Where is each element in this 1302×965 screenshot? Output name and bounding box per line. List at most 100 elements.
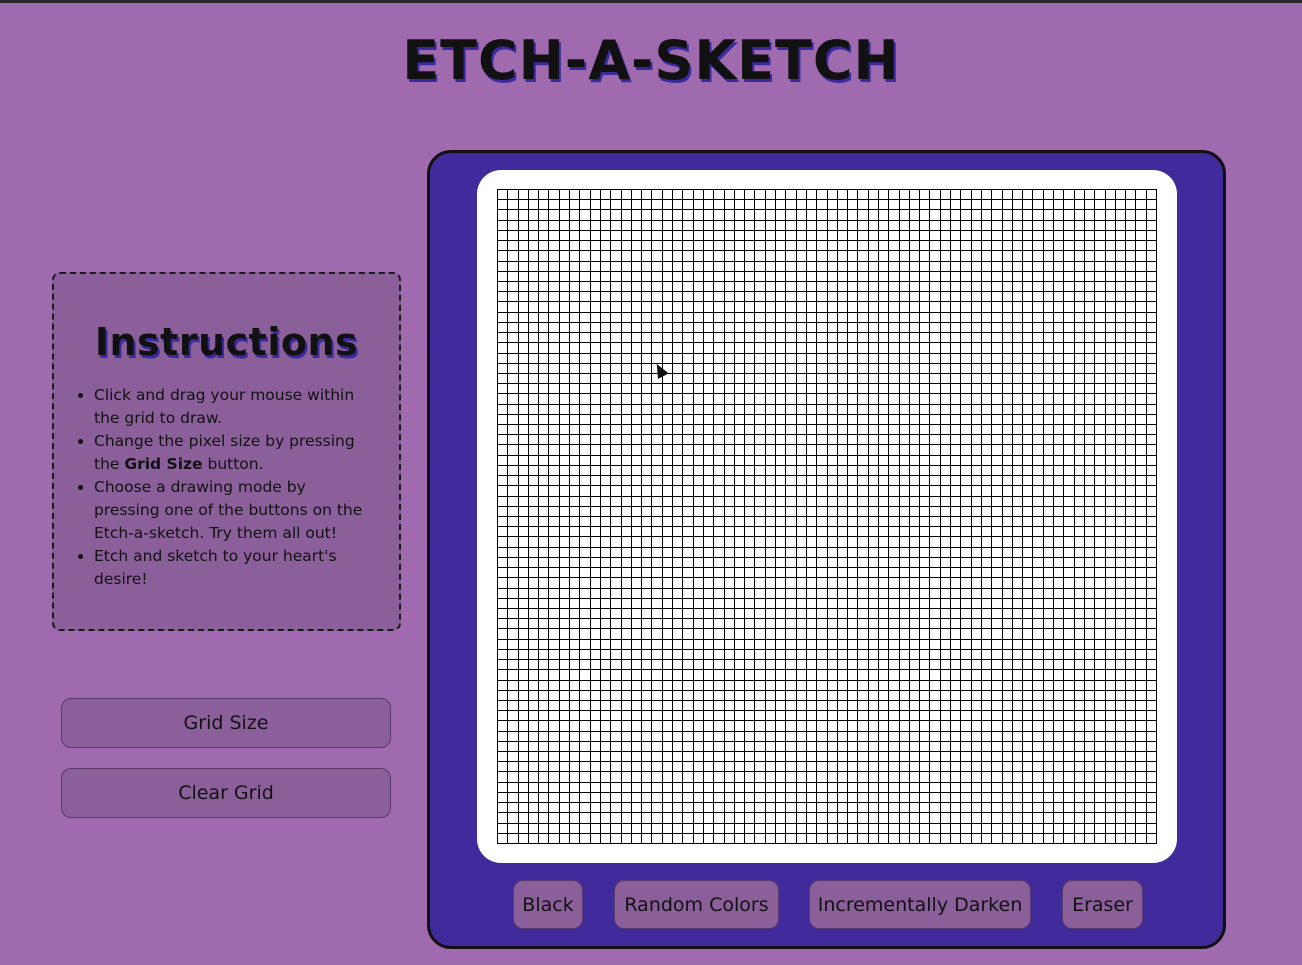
grid-cell[interactable] (961, 752, 972, 763)
grid-cell[interactable] (878, 373, 890, 385)
grid-cell[interactable] (1002, 700, 1013, 712)
grid-cell[interactable] (734, 690, 746, 701)
grid-cell[interactable] (827, 517, 838, 528)
grid-cell[interactable] (600, 425, 612, 436)
grid-cell[interactable] (786, 241, 797, 252)
grid-cell[interactable] (559, 792, 571, 804)
grid-cell[interactable] (837, 190, 849, 201)
grid-cell[interactable] (631, 343, 643, 354)
grid-cell[interactable] (951, 190, 962, 201)
grid-cell[interactable] (683, 833, 694, 844)
grid-cell[interactable] (817, 322, 828, 334)
grid-cell[interactable] (1105, 455, 1116, 466)
grid-cell[interactable] (1033, 496, 1044, 507)
grid-cell[interactable] (508, 261, 519, 272)
grid-cell[interactable] (806, 537, 818, 548)
grid-cell[interactable] (765, 353, 777, 364)
grid-cell[interactable] (817, 251, 828, 262)
grid-cell[interactable] (559, 292, 571, 303)
grid-cell[interactable] (539, 322, 550, 334)
grid-cell[interactable] (498, 220, 509, 231)
grid-cell[interactable] (981, 476, 993, 487)
grid-cell[interactable] (652, 578, 663, 589)
grid-cell[interactable] (549, 823, 560, 834)
grid-cell[interactable] (837, 588, 849, 599)
grid-cell[interactable] (765, 200, 777, 211)
grid-cell[interactable] (1115, 517, 1127, 528)
grid-cell[interactable] (600, 465, 612, 477)
grid-cell[interactable] (899, 486, 910, 497)
grid-cell[interactable] (776, 506, 787, 517)
grid-cell[interactable] (940, 517, 952, 528)
grid-cell[interactable] (878, 690, 890, 701)
grid-cell[interactable] (703, 425, 715, 436)
grid-cell[interactable] (498, 251, 509, 262)
grid-cell[interactable] (611, 425, 622, 436)
grid-cell[interactable] (786, 465, 797, 477)
grid-cell[interactable] (1126, 353, 1137, 364)
grid-cell[interactable] (796, 302, 807, 313)
grid-cell[interactable] (734, 598, 746, 609)
grid-cell[interactable] (868, 680, 879, 691)
grid-cell[interactable] (1002, 731, 1013, 742)
grid-cell[interactable] (1023, 384, 1034, 395)
grid-cell[interactable] (528, 496, 540, 507)
grid-cell[interactable] (961, 353, 972, 364)
grid-cell[interactable] (631, 741, 643, 753)
grid-cell[interactable] (1002, 823, 1013, 834)
grid-cell[interactable] (631, 476, 643, 487)
grid-cell[interactable] (1074, 660, 1085, 671)
grid-cell[interactable] (848, 833, 859, 844)
grid-cell[interactable] (590, 292, 601, 303)
grid-cell[interactable] (899, 353, 910, 364)
grid-cell[interactable] (858, 241, 869, 252)
grid-cell[interactable] (508, 445, 519, 456)
grid-cell[interactable] (1074, 384, 1085, 395)
grid-cell[interactable] (1043, 292, 1055, 303)
grid-cell[interactable] (600, 271, 612, 282)
grid-cell[interactable] (1043, 741, 1055, 753)
grid-cell[interactable] (559, 363, 571, 374)
grid-cell[interactable] (992, 833, 1003, 844)
grid-cell[interactable] (714, 803, 725, 814)
grid-cell[interactable] (1054, 435, 1065, 446)
grid-cell[interactable] (868, 588, 879, 599)
grid-cell[interactable] (827, 455, 838, 466)
grid-cell[interactable] (508, 782, 519, 793)
grid-cell[interactable] (631, 711, 643, 722)
grid-cell[interactable] (806, 813, 818, 824)
grid-cell[interactable] (951, 660, 962, 671)
grid-cell[interactable] (600, 833, 612, 844)
grid-cell[interactable] (652, 445, 663, 456)
grid-cell[interactable] (600, 588, 612, 599)
grid-cell[interactable] (930, 435, 941, 446)
grid-cell[interactable] (992, 486, 1003, 497)
grid-cell[interactable] (570, 465, 581, 477)
grid-cell[interactable] (1074, 455, 1085, 466)
grid-cell[interactable] (992, 721, 1003, 732)
grid-cell[interactable] (817, 394, 828, 405)
grid-cell[interactable] (703, 547, 715, 558)
grid-cell[interactable] (858, 711, 869, 722)
grid-cell[interactable] (765, 782, 777, 793)
grid-cell[interactable] (642, 527, 653, 538)
grid-cell[interactable] (1095, 251, 1106, 262)
grid-cell[interactable] (642, 445, 653, 456)
grid-cell[interactable] (1074, 496, 1085, 507)
grid-cell[interactable] (724, 772, 735, 783)
grid-cell[interactable] (734, 660, 746, 671)
grid-cell[interactable] (714, 517, 725, 528)
grid-cell[interactable] (642, 660, 653, 671)
grid-cell[interactable] (837, 312, 849, 323)
grid-cell[interactable] (508, 333, 519, 344)
grid-cell[interactable] (827, 752, 838, 763)
grid-cell[interactable] (539, 547, 550, 558)
grid-cell[interactable] (868, 670, 879, 681)
grid-cell[interactable] (1074, 721, 1085, 732)
grid-cell[interactable] (817, 486, 828, 497)
grid-cell[interactable] (765, 210, 777, 221)
grid-cell[interactable] (889, 813, 900, 824)
grid-cell[interactable] (827, 762, 838, 773)
grid-cell[interactable] (1115, 792, 1127, 804)
grid-cell[interactable] (1084, 241, 1096, 252)
